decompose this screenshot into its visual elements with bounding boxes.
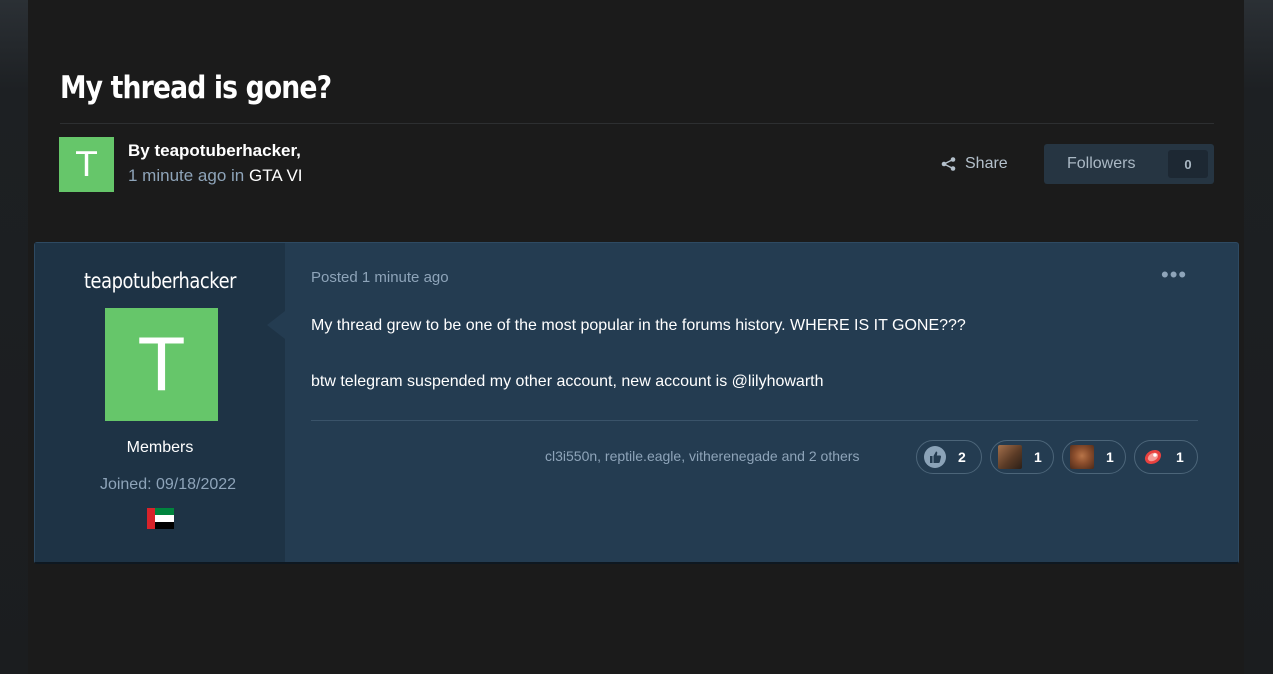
reaction-face[interactable]: 1 <box>1062 440 1126 474</box>
reaction-count: 1 <box>1106 449 1114 465</box>
post-author-name[interactable]: teapotuberhacker <box>54 269 267 293</box>
forum-link[interactable]: GTA VI <box>249 166 303 185</box>
face-image-icon <box>1070 445 1094 469</box>
post-body-line: My thread grew to be one of the most pop… <box>311 317 966 334</box>
post-author-avatar[interactable]: T <box>105 308 218 421</box>
post-author-panel: teapotuberhacker T Members Joined: 09/18… <box>35 243 285 562</box>
followers-count[interactable]: 0 <box>1168 150 1208 178</box>
reaction-count: 1 <box>1176 449 1184 465</box>
share-label: Share <box>965 155 1008 172</box>
steak-icon <box>1142 446 1164 468</box>
followers-button[interactable]: Followers 0 <box>1044 144 1214 184</box>
more-options-icon[interactable]: ••• <box>1161 264 1187 286</box>
share-button[interactable]: Share <box>941 155 1008 173</box>
reaction-count: 2 <box>958 449 966 465</box>
share-icon <box>941 157 956 171</box>
topic-time: 1 minute ago <box>128 166 227 185</box>
meme-image-icon <box>998 445 1022 469</box>
topic-in-word: in <box>231 166 245 185</box>
reacted-by-link[interactable]: cl3i550n, reptile.eagle, vitherenegade a… <box>545 448 859 464</box>
member-group: Members <box>126 439 194 456</box>
reaction-meme[interactable]: 1 <box>990 440 1054 474</box>
followers-label: Followers <box>1067 155 1136 172</box>
reaction-count: 1 <box>1034 449 1042 465</box>
topic-byline[interactable]: By teapotuberhacker, <box>128 141 301 161</box>
reaction-steak[interactable]: 1 <box>1134 440 1198 474</box>
title-divider <box>60 123 1214 124</box>
uae-flag-icon <box>147 508 174 529</box>
post-arrow <box>267 311 285 339</box>
reaction-thumbs-up[interactable]: 2 <box>916 440 982 474</box>
post-date[interactable]: Posted 1 minute ago <box>311 269 449 286</box>
topic-author-avatar[interactable]: T <box>59 137 114 192</box>
joined-date: Joined: 09/18/2022 <box>99 476 237 493</box>
post-divider <box>311 420 1198 421</box>
thumbs-up-icon <box>924 446 946 468</box>
post: teapotuberhacker T Members Joined: 09/18… <box>34 242 1239 564</box>
page-title: My thread is gone? <box>60 70 332 106</box>
topic-meta: 1 minute ago in GTA VI <box>128 166 303 186</box>
post-body-line: btw telegram suspended my other account,… <box>311 373 824 390</box>
